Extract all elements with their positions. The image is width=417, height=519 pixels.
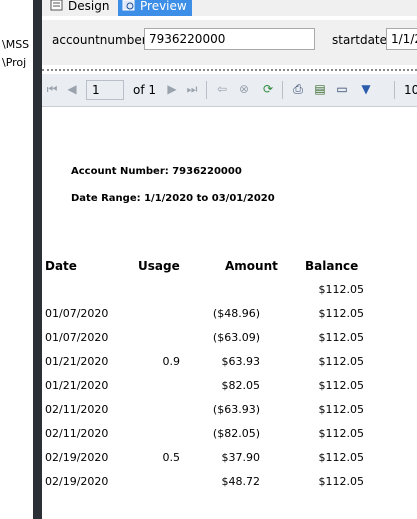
tab-design[interactable]: Design: [46, 0, 116, 16]
parameter-area: accountnumber startdate: [42, 20, 417, 65]
first-page-icon[interactable]: ⏮: [44, 81, 60, 97]
toolbar-separator: [282, 81, 283, 99]
column-balance: Balance: [305, 259, 359, 273]
cell-date: 02/11/2020: [45, 403, 109, 416]
last-page-icon[interactable]: ⏭: [184, 81, 200, 97]
print-icon[interactable]: ⎙: [290, 81, 306, 97]
page-setup-icon[interactable]: ▭: [334, 81, 350, 97]
cell-date: 01/21/2020: [45, 379, 109, 392]
report-toolbar: ⏮ ◀ 1 of 1 ▶ ⏭ ⇦ ⊗ ⟳ ⎙ ▤ ▭ ▼ 10: [42, 74, 417, 107]
cell-balance: $112.05: [318, 427, 365, 440]
cell-balance: $112.05: [318, 307, 365, 320]
date-range-line: Date Range: 1/1/2020 to 03/01/2020: [71, 193, 275, 204]
solution-explorer-pane: \MSS \Proj: [0, 0, 33, 519]
accountnumber-label: accountnumber: [52, 33, 147, 47]
cell-amount: $63.93: [221, 355, 261, 368]
path-line-1: \MSS: [2, 38, 30, 51]
cell-amount: ($63.93): [212, 403, 260, 416]
account-number-line: Account Number: 7936220000: [71, 166, 242, 177]
column-date: Date: [45, 259, 77, 273]
cell-date: 02/19/2020: [45, 475, 109, 488]
current-page-value: 1: [92, 83, 100, 97]
back-icon[interactable]: ⇦: [214, 81, 230, 97]
splitter[interactable]: [42, 69, 417, 71]
stop-icon[interactable]: ⊗: [236, 81, 252, 97]
previous-page-icon[interactable]: ◀: [64, 81, 80, 97]
cell-balance: $112.05: [318, 403, 365, 416]
cell-amount: ($82.05): [212, 427, 260, 440]
startdate-label: startdate: [332, 33, 388, 47]
cell-date: 01/21/2020: [45, 355, 109, 368]
cell-date: 02/11/2020: [45, 427, 109, 440]
page-count: of 1: [133, 83, 157, 97]
designer-tabs: Design Preview: [42, 0, 417, 16]
toolbar-separator: [206, 81, 207, 99]
export-icon[interactable]: ▼: [358, 81, 374, 97]
pane-divider[interactable]: [33, 0, 42, 519]
print-layout-icon[interactable]: ▤: [312, 81, 328, 97]
toolbar-separator: [394, 81, 395, 99]
cell-balance: $112.05: [318, 331, 365, 344]
cell-usage: 0.9: [162, 355, 181, 368]
path-line-2: \Proj: [2, 56, 27, 69]
cell-date: 01/07/2020: [45, 331, 109, 344]
report-page: Account Number: 7936220000 Date Range: 1…: [42, 107, 417, 519]
report-designer: Design Preview accountnumber startdate ⏮…: [42, 0, 417, 519]
cell-amount: ($48.96): [212, 307, 260, 320]
column-amount: Amount: [225, 259, 278, 273]
design-icon: [50, 0, 63, 11]
column-usage: Usage: [138, 259, 180, 273]
zoom-value[interactable]: 10: [404, 83, 417, 97]
refresh-icon[interactable]: ⟳: [260, 81, 276, 97]
startdate-input[interactable]: [386, 28, 417, 50]
preview-icon: [122, 0, 135, 11]
cell-date: 02/19/2020: [45, 451, 109, 464]
cell-date: 01/07/2020: [45, 307, 109, 320]
accountnumber-input[interactable]: [144, 28, 315, 50]
current-page-input[interactable]: 1: [86, 80, 124, 100]
cell-usage: 0.5: [162, 451, 181, 464]
cell-balance: $112.05: [318, 451, 365, 464]
tab-design-label: Design: [68, 0, 110, 13]
next-page-icon[interactable]: ▶: [164, 81, 180, 97]
cell-balance: $112.05: [318, 379, 365, 392]
cell-amount: $37.90: [221, 451, 261, 464]
cell-amount: ($63.09): [212, 331, 260, 344]
tab-preview[interactable]: Preview: [118, 0, 192, 16]
cell-balance: $112.05: [318, 475, 365, 488]
tab-preview-label: Preview: [140, 0, 187, 13]
cell-balance: $112.05: [318, 355, 365, 368]
cell-balance: $112.05: [318, 283, 365, 296]
cell-amount: $48.72: [221, 475, 261, 488]
cell-amount: $82.05: [221, 379, 261, 392]
